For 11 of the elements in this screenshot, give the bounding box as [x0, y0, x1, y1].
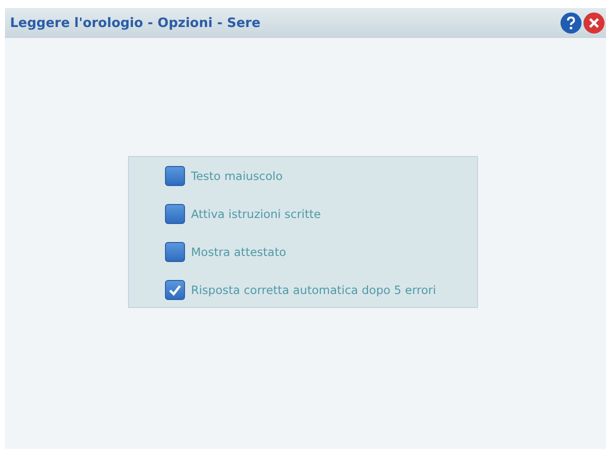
checkbox[interactable] [165, 242, 185, 262]
checkbox[interactable] [165, 204, 185, 224]
option-label[interactable]: Risposta corretta automatica dopo 5 errori [191, 282, 436, 296]
option-label[interactable]: Attiva istruzioni scritte [191, 206, 321, 220]
window-title: Leggere l'orologio - Opzioni - Sere [10, 16, 260, 30]
help-icon[interactable] [560, 12, 582, 34]
option-label[interactable]: Mostra attestato [191, 244, 286, 258]
checkbox[interactable] [165, 166, 185, 186]
option-label[interactable]: Testo maiuscolo [191, 168, 283, 182]
checkbox[interactable] [165, 280, 185, 300]
close-icon[interactable] [583, 12, 605, 34]
